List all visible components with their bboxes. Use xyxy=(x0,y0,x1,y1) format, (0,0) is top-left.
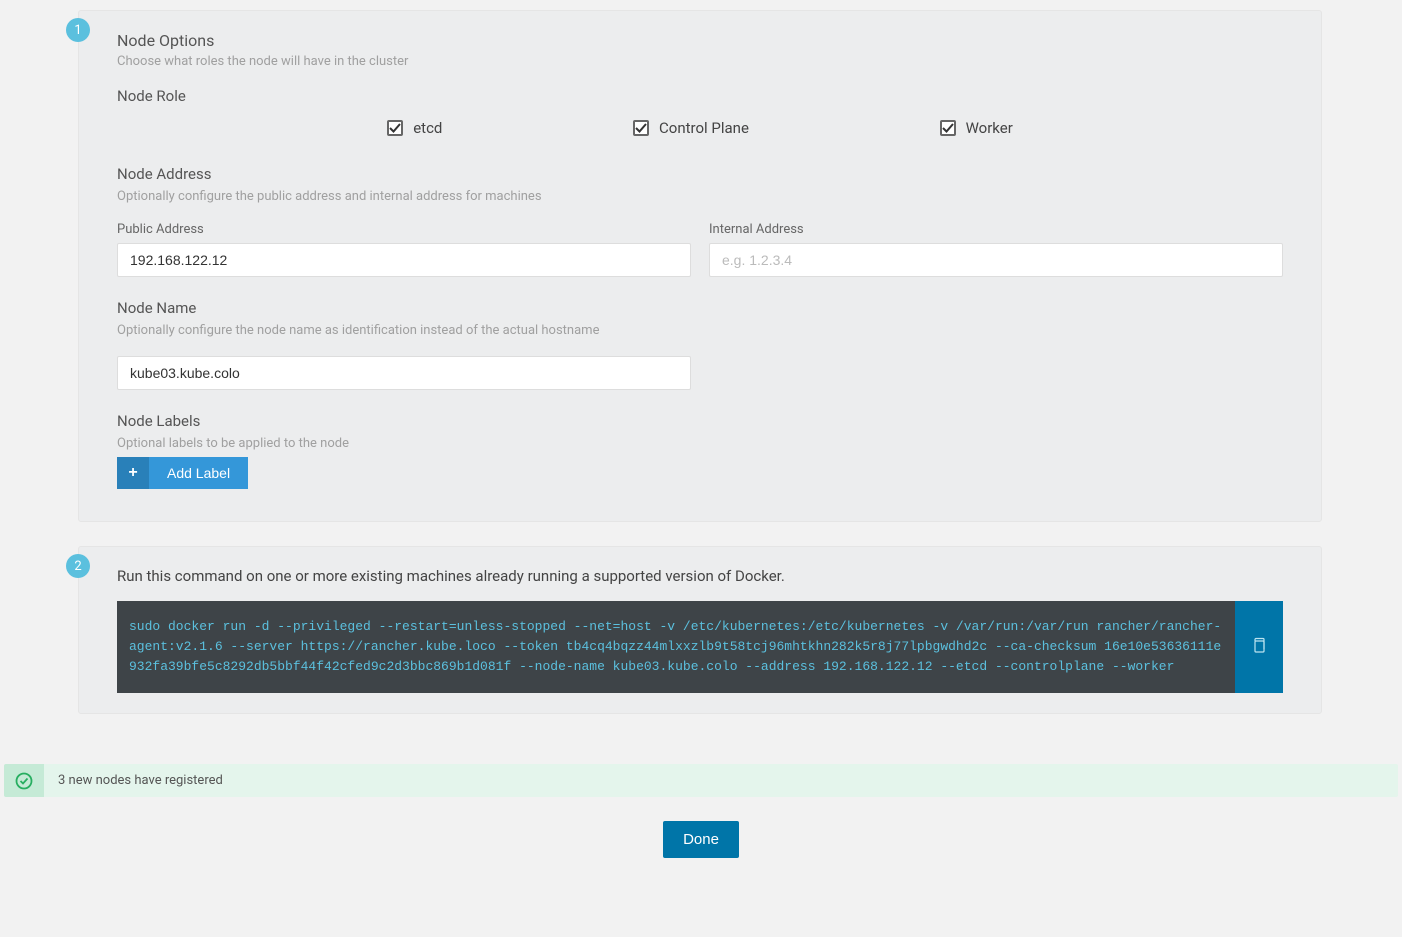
clipboard-icon xyxy=(1251,637,1267,657)
node-name-section: Node Name Optionally configure the node … xyxy=(117,299,1283,390)
command-text: sudo docker run -d --privileged --restar… xyxy=(117,601,1235,693)
control-plane-checkbox[interactable]: Control Plane xyxy=(633,119,749,137)
internal-address-input[interactable] xyxy=(709,243,1283,277)
plus-icon: + xyxy=(117,457,149,489)
node-role-checkboxes: etcd Control Plane Worker xyxy=(117,119,1283,137)
step-2-panel: Run this command on one or more existing… xyxy=(78,546,1322,714)
etcd-checkbox[interactable]: etcd xyxy=(387,119,442,137)
node-options-section: Node Options Choose what roles the node … xyxy=(117,31,1283,137)
node-name-input[interactable] xyxy=(117,356,691,390)
node-labels-section: Node Labels Optional labels to be applie… xyxy=(117,412,1283,489)
command-wrapper: sudo docker run -d --privileged --restar… xyxy=(117,601,1283,693)
node-options-title: Node Options xyxy=(117,31,1283,50)
add-label-text: Add Label xyxy=(149,457,248,489)
node-address-section: Node Address Optionally configure the pu… xyxy=(117,165,1283,277)
node-labels-label: Node Labels xyxy=(117,412,1283,430)
success-icon xyxy=(4,764,44,797)
etcd-label: etcd xyxy=(413,119,442,137)
copy-button[interactable] xyxy=(1235,601,1283,693)
node-role-label: Node Role xyxy=(117,87,1283,105)
checkbox-icon xyxy=(633,120,649,136)
internal-address-col: Internal Address xyxy=(709,222,1283,277)
notification-text: 3 new nodes have registered xyxy=(44,764,1398,797)
step-2-wrapper: 2 Run this command on one or more existi… xyxy=(78,546,1322,714)
step-2-description: Run this command on one or more existing… xyxy=(117,567,1283,585)
internal-address-label: Internal Address xyxy=(709,222,1283,237)
step-1-wrapper: 1 Node Options Choose what roles the nod… xyxy=(78,10,1322,522)
node-labels-subtitle: Optional labels to be applied to the nod… xyxy=(117,436,1283,451)
node-name-label: Node Name xyxy=(117,299,1283,317)
public-address-label: Public Address xyxy=(117,222,691,237)
node-name-col xyxy=(117,356,691,390)
node-address-subtitle: Optionally configure the public address … xyxy=(117,189,1283,204)
worker-checkbox[interactable]: Worker xyxy=(940,119,1013,137)
node-options-subtitle: Choose what roles the node will have in … xyxy=(117,54,1283,69)
public-address-input[interactable] xyxy=(117,243,691,277)
worker-label: Worker xyxy=(966,119,1013,137)
checkbox-icon xyxy=(387,120,403,136)
main-container: 1 Node Options Choose what roles the nod… xyxy=(0,10,1402,858)
notification-bar: 3 new nodes have registered xyxy=(4,764,1398,797)
node-name-subtitle: Optionally configure the node name as id… xyxy=(117,323,1283,338)
public-address-col: Public Address xyxy=(117,222,691,277)
checkbox-icon xyxy=(940,120,956,136)
control-plane-label: Control Plane xyxy=(659,119,749,137)
step-1-badge: 1 xyxy=(66,18,90,42)
node-address-label: Node Address xyxy=(117,165,1283,183)
done-wrapper: Done xyxy=(0,821,1402,858)
done-button[interactable]: Done xyxy=(663,821,739,858)
step-2-badge: 2 xyxy=(66,554,90,578)
step-1-panel: Node Options Choose what roles the node … xyxy=(78,10,1322,522)
add-label-button[interactable]: + Add Label xyxy=(117,457,248,489)
